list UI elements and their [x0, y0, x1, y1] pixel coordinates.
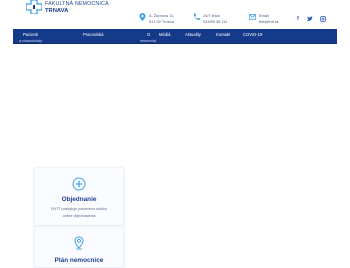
email-label: Email [259, 13, 269, 18]
card-desc-line2: online objednávania [62, 214, 96, 218]
instagram-icon[interactable] [320, 16, 326, 22]
nav-item-o-nemocnici[interactable]: O [147, 32, 150, 37]
plus-circle-icon [72, 177, 86, 191]
email-icon [249, 14, 256, 20]
nav-item-kontakt[interactable]: Kontakt [216, 32, 230, 37]
phone-number[interactable]: 033/59 38 111 [203, 19, 227, 24]
nav-item-pacienti[interactable]: Pacienti [23, 32, 38, 37]
location-pin-icon [139, 13, 146, 21]
address-line1: A. Žarnova 11, [149, 13, 175, 18]
address-line2: 917 02 Trnava [149, 19, 174, 24]
twitter-icon[interactable] [307, 16, 313, 22]
logo-text-line1: FAKULTNÁ NEMOCNICA [45, 1, 109, 7]
logo-text-line2: TRNAVA [45, 8, 69, 14]
phone-icon [193, 13, 200, 21]
nav-item-pracoviska[interactable]: Pracoviská [83, 32, 103, 37]
card-title: Objednanie [61, 196, 97, 203]
card-objednanie[interactable]: Objednanie FNTT poskytuje pacientom služ… [34, 167, 124, 226]
email-address[interactable]: fntt@fntt.sk [259, 19, 279, 24]
nav-item-aktuality[interactable]: Aktuality [185, 32, 201, 37]
nav-item-covid[interactable]: COVID-19 [243, 32, 262, 37]
map-pin-icon [74, 236, 84, 250]
facebook-icon[interactable]: f [297, 16, 299, 22]
nav-item-pacienti-sub[interactable]: a zdravotnícky [19, 39, 42, 43]
hospital-logo[interactable]: FAKULTNÁ NEMOCNICA TRNAVA [26, 0, 109, 18]
card-title: Plán nemocnice [54, 257, 104, 264]
nav-item-media[interactable]: Médiá [159, 32, 170, 37]
main-navbar: Pacienti a zdravotnícky Pracoviská O nem… [13, 29, 337, 44]
phone-label: 24/7 linka [203, 13, 220, 18]
nav-item-o-nemocnici-sub[interactable]: nemocnici [140, 39, 156, 43]
logo-mark-icon [26, 0, 42, 14]
card-desc-line1: FNTT poskytuje pacientom službu [51, 207, 107, 211]
